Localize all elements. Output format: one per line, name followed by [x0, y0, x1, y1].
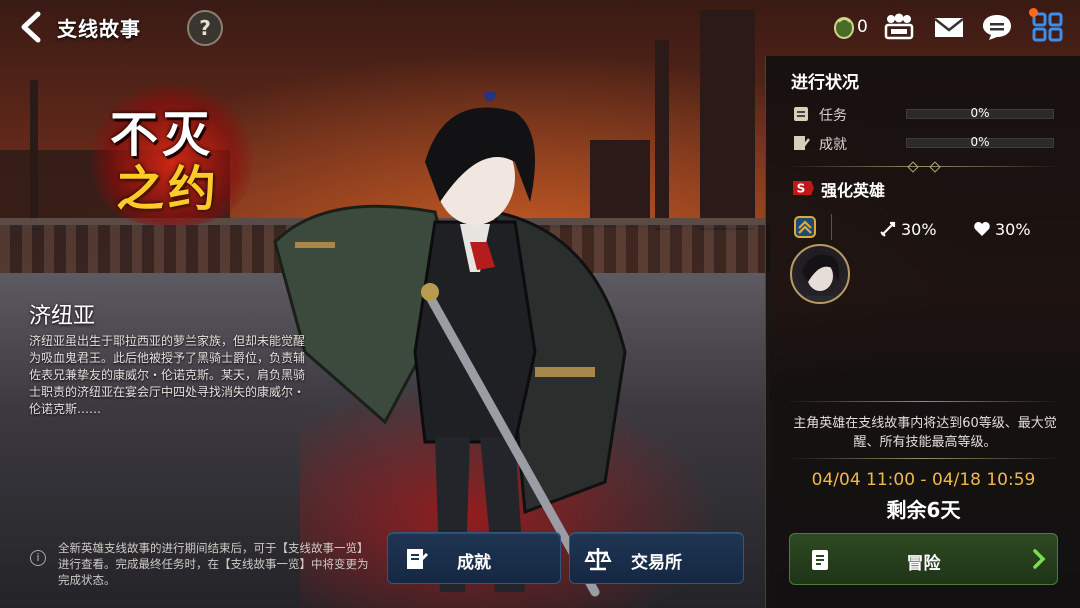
- adventure-button-label: 冒险: [906, 554, 941, 574]
- chat-button[interactable]: [980, 12, 1014, 42]
- divider-ornament: [929, 161, 941, 173]
- section-divider: [786, 166, 1061, 167]
- rank-up-icon: [794, 216, 816, 238]
- exchange-button[interactable]: 交易所: [569, 532, 744, 584]
- attack-bonus: 30%: [879, 220, 937, 239]
- chevron-left-icon: [21, 11, 41, 43]
- stat-divider: [831, 214, 832, 240]
- friends-button[interactable]: [882, 12, 916, 42]
- info-icon: i: [30, 550, 46, 566]
- remaining-time: 剩余6天: [886, 498, 961, 522]
- mission-progress-row: 任务 0%: [791, 103, 1061, 125]
- achievement-progress-row: 成就 0%: [791, 132, 1061, 154]
- progress-panel: 进行状况 任务 0% 成就 0% S 强化英雄 30% 30% 主角英雄在支线故…: [765, 56, 1080, 608]
- achievement-label: 成就: [819, 137, 847, 153]
- enhance-description: 主角英雄在支线故事内将达到60等级、最大觉醒、所有技能最高等级。: [793, 416, 1057, 450]
- enhance-badge-letter: S: [797, 182, 806, 196]
- enhance-title: 强化英雄: [821, 181, 886, 200]
- logo-line-2: 之约: [116, 161, 221, 217]
- health-bonus: 30%: [973, 220, 1031, 239]
- attack-bonus-value: 30%: [901, 220, 937, 239]
- hero-portrait-art: [802, 254, 840, 302]
- help-button[interactable]: ?: [187, 10, 223, 46]
- notice-text: 全新英雄支线故事的进行期间结束后，可于【支线故事一览】进行查看。完成最终任务时，…: [58, 541, 369, 587]
- achievement-button-label: 成就: [457, 553, 491, 573]
- stamina-count: 0: [857, 17, 868, 37]
- stamina-leaf-icon: [834, 17, 854, 39]
- castle-tower: [700, 10, 755, 230]
- event-period: 04/04 11:00 - 04/18 10:59: [811, 470, 1036, 490]
- grid-menu-icon: [1032, 12, 1063, 42]
- mission-label: 任务: [819, 108, 847, 124]
- back-button[interactable]: [16, 10, 46, 44]
- mail-icon: [934, 18, 964, 37]
- exchange-button-label: 交易所: [631, 553, 682, 573]
- achievement-progress-value: 0%: [970, 135, 990, 149]
- sword-icon: [880, 221, 896, 237]
- achievement-button[interactable]: 成就: [387, 532, 561, 584]
- notification-dot: [1029, 8, 1038, 17]
- heart-icon: [974, 222, 990, 236]
- section-divider: [786, 458, 1061, 459]
- menu-button[interactable]: [1031, 12, 1065, 42]
- mission-scroll-icon: [794, 107, 808, 121]
- enhance-badge-icon: S: [793, 181, 814, 196]
- mail-button[interactable]: [932, 12, 966, 42]
- achievement-quill-icon: [794, 136, 810, 150]
- section-divider: [786, 401, 1061, 402]
- divider-ornament: [907, 161, 919, 173]
- hero-portrait[interactable]: [790, 244, 850, 304]
- chevron-right-icon: [1033, 549, 1046, 569]
- hero-artwork: [273, 92, 627, 597]
- event-logo: 不灭 之约: [92, 85, 252, 225]
- progress-title: 进行状况: [791, 73, 859, 93]
- hero-name: 济纽亚: [29, 304, 96, 329]
- health-bonus-value: 30%: [995, 220, 1031, 239]
- page-title: 支线故事: [57, 17, 141, 41]
- adventure-button[interactable]: 冒险: [789, 533, 1058, 585]
- friends-icon: [884, 13, 914, 40]
- chat-icon: [983, 15, 1011, 40]
- castle-spire: [655, 40, 669, 230]
- hero-description: 济纽亚虽出生于耶拉西亚的萝兰家族，但却未能觉醒为吸血鬼君王。此后他被授予了黑骑士…: [29, 334, 306, 416]
- mission-progress-value: 0%: [970, 106, 990, 120]
